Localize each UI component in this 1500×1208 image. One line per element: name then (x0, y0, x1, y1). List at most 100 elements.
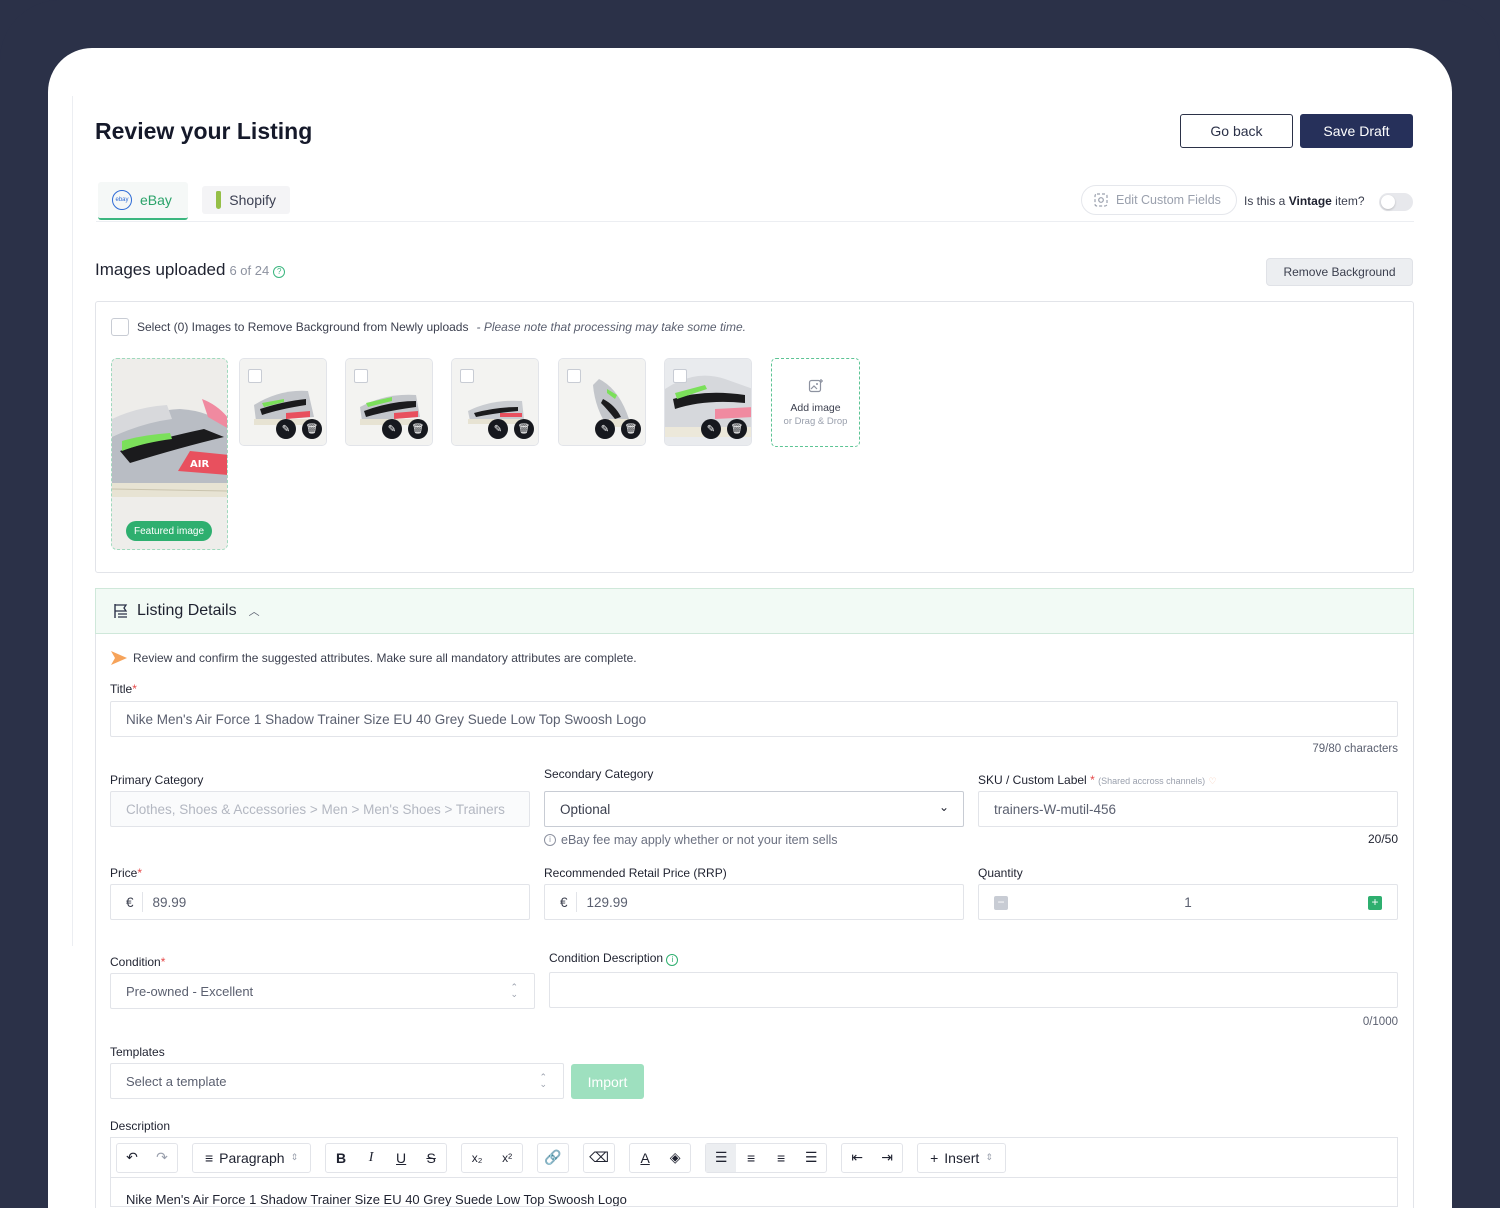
rrp-input[interactable]: € 129.99 (544, 884, 964, 920)
template-select[interactable]: Select a template ⌃ ⌄ (110, 1063, 564, 1099)
go-back-button[interactable]: Go back (1180, 114, 1293, 148)
outdent-icon[interactable]: ⇤ (842, 1144, 872, 1172)
add-image-dropzone[interactable]: Add image or Drag & Drop (771, 358, 860, 447)
info-icon: i (544, 834, 556, 846)
edit-icon[interactable]: ✎ (595, 419, 615, 439)
image-thumb-3[interactable]: ✎ 🗑 (451, 358, 539, 446)
redo-icon[interactable]: ↷ (147, 1144, 177, 1172)
editor-toolbar: ↶ ↷ ≡ Paragraph ⇕ B I U S x₂ x² 🔗 ⌫ A ◈ … (110, 1137, 1398, 1177)
select-all-checkbox[interactable] (111, 318, 129, 336)
indent-icon[interactable]: ⇥ (872, 1144, 902, 1172)
remove-background-button[interactable]: Remove Background (1266, 258, 1413, 286)
edit-custom-fields-button[interactable]: Edit Custom Fields (1081, 185, 1237, 215)
image-checkbox[interactable] (673, 369, 687, 383)
condition-select[interactable]: Pre-owned - Excellent ⌃ ⌄ (110, 973, 535, 1009)
vintage-toggle[interactable] (1379, 193, 1413, 211)
align-right-icon[interactable]: ≡ (766, 1144, 796, 1172)
help-icon[interactable]: ? (273, 266, 286, 278)
underline-icon[interactable]: U (386, 1144, 416, 1172)
title-input[interactable]: Nike Men's Air Force 1 Shadow Trainer Si… (110, 701, 1398, 737)
undo-icon[interactable]: ↶ (117, 1144, 147, 1172)
up-down-icon: ⌃ ⌄ (510, 982, 518, 999)
edit-icon[interactable]: ✎ (382, 419, 402, 439)
featured-image[interactable]: AIR Featured image (111, 358, 228, 550)
save-draft-button[interactable]: Save Draft (1300, 114, 1413, 148)
images-panel: Select (0) Images to Remove Background f… (95, 301, 1414, 573)
secondary-category-value: Optional (560, 801, 611, 817)
align-justify-icon[interactable]: ☰ (796, 1144, 826, 1172)
image-thumb-1[interactable]: ✎ 🗑 (239, 358, 327, 446)
insert-menu[interactable]: + Insert ⇕ (918, 1144, 1005, 1172)
sku-input[interactable]: trainers-W-mutil-456 (978, 791, 1398, 827)
tab-ebay-label: eBay (140, 192, 172, 208)
settings-scan-icon (1094, 193, 1108, 207)
import-button[interactable]: Import (571, 1064, 644, 1099)
sku-counter: 20/50 (1367, 832, 1398, 846)
italic-icon[interactable]: I (356, 1144, 386, 1172)
image-thumb-4[interactable]: ✎ 🗑 (558, 358, 646, 446)
trash-icon[interactable]: 🗑 (408, 419, 428, 439)
fill-color-icon[interactable]: ◈ (660, 1144, 690, 1172)
insert-group: + Insert ⇕ (917, 1142, 1006, 1173)
primary-category-label: Primary Category (110, 773, 204, 787)
sku-shared-note: (Shared accross channels) (1098, 776, 1206, 786)
listing-details-header[interactable]: Listing Details ︿ (95, 588, 1414, 634)
image-checkbox[interactable] (248, 369, 262, 383)
history-group: ↶ ↷ (116, 1142, 178, 1173)
secondary-category-select[interactable]: Optional ⌄ (544, 791, 964, 827)
description-editor[interactable]: Nike Men's Air Force 1 Shadow Trainer Si… (110, 1177, 1398, 1207)
image-checkbox[interactable] (567, 369, 581, 383)
edit-custom-fields-label: Edit Custom Fields (1116, 193, 1221, 207)
up-down-icon: ⇕ (290, 1152, 299, 1162)
plus-icon: + (930, 1149, 939, 1166)
rrp-label: Recommended Retail Price (RRP) (544, 866, 727, 880)
paragraph-label: Paragraph (219, 1149, 285, 1166)
condition-description-label-text: Condition Description (549, 951, 664, 965)
align-lines-icon: ≡ (205, 1149, 214, 1166)
sku-label: SKU / Custom Label * (Shared accross cha… (978, 773, 1217, 787)
condition-description-input[interactable] (549, 972, 1398, 1008)
price-input[interactable]: € 89.99 (110, 884, 530, 920)
sidebar-divider (72, 96, 73, 946)
align-center-icon[interactable]: ≡ (736, 1144, 766, 1172)
info-icon[interactable]: i (666, 954, 679, 966)
image-checkbox[interactable] (460, 369, 474, 383)
eraser-icon[interactable]: ⌫ (584, 1144, 614, 1172)
align-left-icon[interactable]: ☰ (706, 1143, 737, 1172)
link-icon[interactable]: 🔗 (538, 1144, 568, 1172)
bold-icon[interactable]: B (326, 1144, 356, 1172)
paragraph-select[interactable]: ≡ Paragraph ⇕ (193, 1144, 310, 1172)
vintage-bold: Vintage (1288, 194, 1332, 208)
image-thumb-2[interactable]: ✎ 🗑 (345, 358, 433, 446)
text-color-icon[interactable]: A (630, 1144, 660, 1172)
edit-icon[interactable]: ✎ (276, 419, 296, 439)
tab-ebay[interactable]: ebay eBay (98, 182, 188, 220)
secondary-category-label: Secondary Category (544, 767, 654, 781)
sku-label-text: SKU / Custom Label (978, 773, 1087, 787)
superscript-icon[interactable]: x² (492, 1144, 522, 1172)
edit-icon[interactable]: ✎ (488, 419, 508, 439)
image-checkbox[interactable] (354, 369, 368, 383)
script-group: x₂ x² (461, 1142, 524, 1173)
quantity-value: 1 (1184, 894, 1192, 910)
attributes-hint: Review and confirm the suggested attribu… (111, 651, 637, 665)
tab-shopify[interactable]: Shopify (202, 186, 290, 214)
chevron-down-icon: ⌄ (938, 800, 949, 814)
arrow-pointer-icon (111, 651, 127, 665)
image-thumb-5[interactable]: ✎ 🗑 (664, 358, 752, 446)
quantity-stepper[interactable]: − 1 + (978, 884, 1398, 920)
plus-icon[interactable]: + (1368, 896, 1382, 910)
listing-card: Review your Listing Go back Save Draft e… (48, 48, 1452, 1208)
up-down-icon: ⇕ (985, 1152, 993, 1162)
edit-icon[interactable]: ✎ (701, 419, 721, 439)
minus-icon[interactable]: − (994, 896, 1008, 910)
templates-label: Templates (110, 1045, 165, 1059)
trash-icon[interactable]: 🗑 (302, 419, 322, 439)
clear-format-group: ⌫ (583, 1142, 616, 1173)
svg-text:AIR: AIR (190, 459, 209, 470)
strikethrough-icon[interactable]: S (416, 1144, 446, 1172)
trash-icon[interactable]: 🗑 (514, 419, 534, 439)
subscript-icon[interactable]: x₂ (462, 1144, 492, 1172)
trash-icon[interactable]: 🗑 (621, 419, 641, 439)
trash-icon[interactable]: 🗑 (727, 419, 747, 439)
